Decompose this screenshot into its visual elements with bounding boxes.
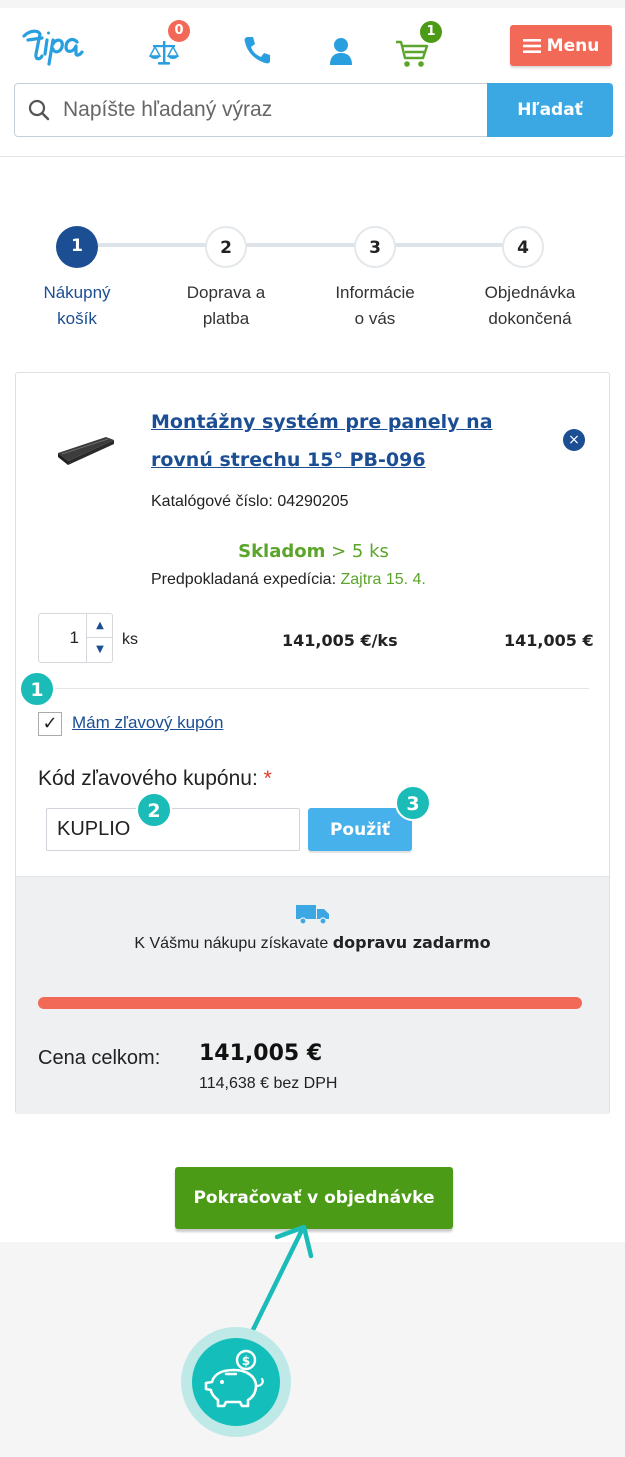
quantity-increase-icon[interactable]: ▲ (86, 614, 113, 638)
quantity-unit: ks (122, 631, 138, 648)
catalog-number: Katalógové číslo: 04290205 (151, 493, 349, 510)
coupon-toggle-link[interactable]: Mám zľavový kupón (72, 713, 223, 733)
cart-icon[interactable] (395, 40, 429, 68)
apply-coupon-button[interactable]: Použiť (308, 808, 412, 851)
divider (38, 688, 589, 689)
total-without-vat: 114,638 € bez DPH (199, 1075, 338, 1092)
step-4-circle: 4 (502, 226, 544, 268)
annotation-marker-1: 1 (19, 671, 55, 707)
phone-icon[interactable] (243, 35, 271, 65)
product-image[interactable] (54, 431, 118, 473)
page: 0 1 Menu Hľadať 1 2 3 (0, 8, 625, 1242)
piggy-bank-icon: $ (204, 1349, 264, 1408)
compare-count-badge: 0 (168, 20, 190, 42)
header-divider (0, 156, 625, 157)
truck-icon (296, 905, 329, 925)
piggy-bank-badge: $ (181, 1327, 291, 1437)
free-shipping-text: K Vášmu nákupu získavate dopravu zadarmo (134, 933, 491, 952)
remove-item-icon[interactable]: × (563, 429, 585, 451)
search-button[interactable]: Hľadať (487, 83, 613, 137)
step-1-label: Nákupný košík (43, 283, 111, 328)
continue-order-button[interactable]: Pokračovať v objednávke (175, 1167, 453, 1229)
quantity-input[interactable] (39, 614, 85, 662)
step-connector (395, 243, 505, 247)
svg-text:$: $ (242, 1354, 250, 1368)
coupon-field-label: Kód zľavového kupónu: * (38, 767, 272, 790)
step-connector (98, 243, 208, 247)
step-2-circle: 2 (205, 226, 247, 268)
expedition-info: Predpokladaná expedícia: Zajtra 15. 4. (151, 571, 426, 588)
step-3-circle: 3 (354, 226, 396, 268)
step-2-label: Doprava a platba (186, 283, 266, 328)
compare-scales-icon[interactable] (149, 37, 179, 67)
step-4-label: Objednávka dokončená (484, 283, 576, 328)
search-input[interactable] (63, 96, 483, 124)
cart-count-badge: 1 (420, 21, 442, 43)
step-connector (246, 243, 356, 247)
account-user-icon[interactable] (329, 36, 353, 66)
stock-status: Skladom > 5 ks (238, 541, 389, 562)
menu-label: Menu (546, 35, 600, 56)
search-icon (28, 99, 50, 121)
coupon-checkbox[interactable]: ✓ (38, 712, 62, 736)
total-value: 141,005 € (199, 1041, 323, 1066)
cart-panel: Montážny systém pre panely na rovnú stre… (15, 372, 610, 1114)
free-shipping-progress (38, 997, 582, 1009)
total-label: Cena celkom: (38, 1047, 161, 1069)
hamburger-icon (522, 38, 541, 53)
tipa-logo[interactable] (20, 22, 86, 66)
annotation-marker-2: 2 (136, 792, 172, 828)
coupon-code-input[interactable] (46, 808, 300, 851)
search-bar: Hľadať (14, 83, 613, 137)
unit-price: 141,005 €/ks (282, 631, 398, 650)
step-1-circle: 1 (56, 226, 98, 268)
quantity-decrease-icon[interactable]: ▼ (86, 638, 113, 662)
step-3-label: Informácie o vás (335, 283, 415, 328)
quantity-stepper: ▲ ▼ (38, 613, 113, 663)
menu-button[interactable]: Menu (510, 25, 612, 66)
shipping-summary: K Vášmu nákupu získavate dopravu zadarmo… (16, 876, 609, 1114)
product-name-link[interactable]: Montážny systém pre panely na rovnú stre… (151, 403, 511, 479)
annotation-marker-3: 3 (395, 785, 431, 821)
line-total: 141,005 € (504, 631, 594, 650)
